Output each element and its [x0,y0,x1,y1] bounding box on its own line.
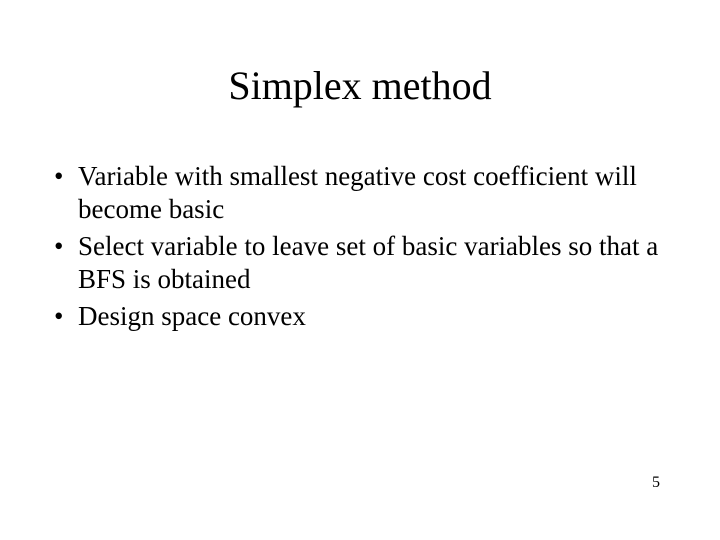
slide: Simplex method Variable with smallest ne… [0,0,720,540]
slide-body: Variable with smallest negative cost coe… [50,160,670,337]
list-item: Select variable to leave set of basic va… [50,230,670,296]
list-item: Variable with smallest negative cost coe… [50,160,670,226]
slide-title: Simplex method [0,62,720,109]
list-item: Design space convex [50,300,670,333]
bullet-list: Variable with smallest negative cost coe… [50,160,670,333]
page-number: 5 [652,474,660,492]
